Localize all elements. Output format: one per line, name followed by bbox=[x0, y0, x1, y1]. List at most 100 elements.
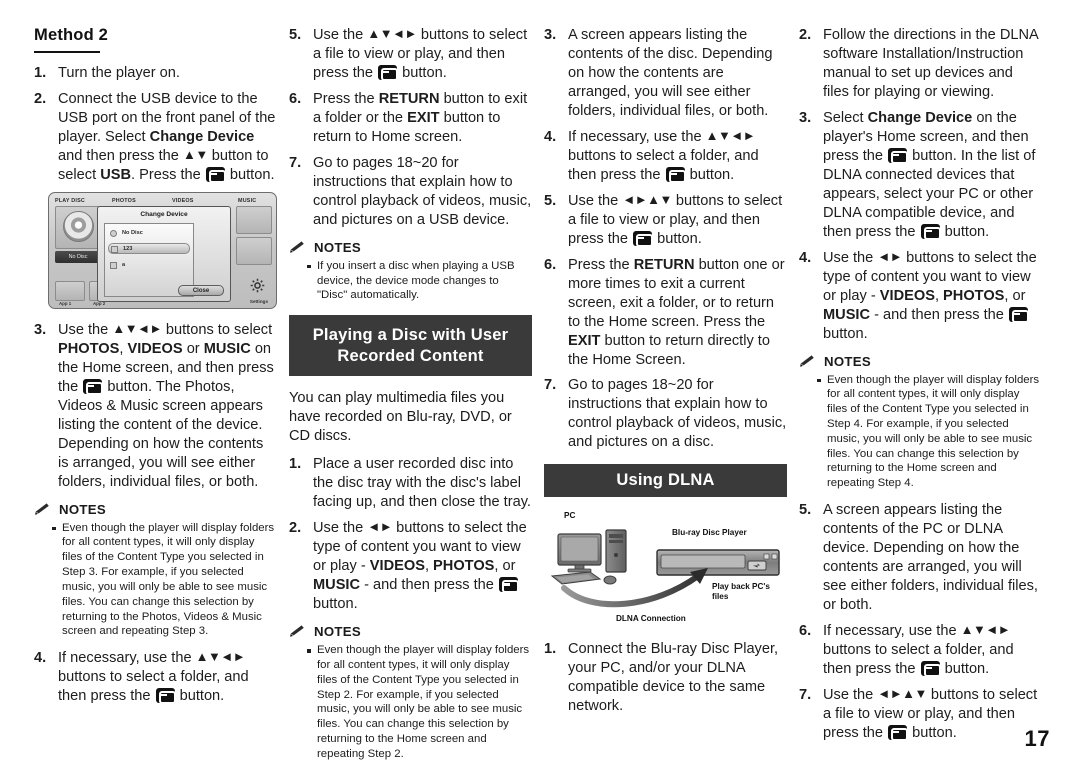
step-text: If necessary, use the ▲▼◄► buttons to se… bbox=[568, 127, 759, 183]
step-text: If necessary, use the ▲▼◄► buttons to se… bbox=[58, 649, 249, 705]
step-item: 2. Use the ◄► buttons to select the type … bbox=[289, 519, 532, 614]
change-device-dialog: Change Device No Disc 123 a Close bbox=[97, 205, 231, 302]
step-number: 4. bbox=[544, 128, 557, 145]
device-list-item-2[interactable]: a bbox=[108, 260, 190, 271]
step-text: A screen appears listing the contents of… bbox=[823, 502, 1038, 613]
enter-button-icon bbox=[888, 724, 909, 741]
notes-block-2: NOTES If you insert a disc when playing … bbox=[289, 240, 532, 303]
enter-button-icon bbox=[378, 64, 399, 81]
column-2: 5. Use the ▲▼◄► buttons to select a file … bbox=[289, 26, 544, 760]
notes-block-3: NOTES Even though the player will displa… bbox=[289, 624, 532, 762]
step-number: 1. bbox=[289, 456, 302, 473]
direction-arrows-icon: ▲▼◄► bbox=[195, 649, 246, 665]
column-1: Method 2 1. Turn the player on. 2. Connect … bbox=[34, 26, 289, 756]
step-item: 3. Select Change Device on the player's H… bbox=[799, 109, 1042, 242]
steps-list-3: 4. If necessary, use the ▲▼◄► buttons to … bbox=[34, 649, 277, 706]
step-number: 3. bbox=[799, 109, 812, 126]
figure-tile-app1 bbox=[55, 280, 85, 301]
figure-tile-music-2 bbox=[236, 236, 272, 265]
step-item: 7. Go to pages 18~20 for instructions tha… bbox=[289, 154, 532, 230]
diagram-label-player: Blu-ray Disc Player bbox=[672, 527, 747, 537]
step-item: 4. If necessary, use the ▲▼◄► buttons to … bbox=[34, 649, 277, 706]
column-4: 2. Follow the directions in the DLNA soft… bbox=[799, 26, 1054, 756]
step-item: 6. If necessary, use the ▲▼◄► buttons to … bbox=[799, 622, 1042, 679]
step-text: A screen appears listing the contents of… bbox=[568, 27, 773, 119]
note-item: Even though the player will display fold… bbox=[307, 643, 532, 762]
step-item: 5. Use the ◄►▲▼ buttons to select a file … bbox=[544, 192, 787, 249]
emphasis-text: MUSIC bbox=[313, 577, 361, 594]
step-number: 4. bbox=[799, 249, 812, 266]
step-number: 3. bbox=[544, 27, 557, 43]
step-number: 5. bbox=[544, 192, 557, 209]
step-number: 7. bbox=[544, 377, 557, 394]
direction-arrows-icon: ◄► bbox=[877, 248, 903, 264]
enter-button-icon bbox=[665, 166, 686, 183]
step-item: 5. A screen appears listing the contents … bbox=[799, 501, 1042, 615]
emphasis-text: USB bbox=[100, 166, 131, 183]
step-item: 6. Press the RETURN button to exit a fold… bbox=[289, 90, 532, 147]
enter-button-icon bbox=[633, 230, 654, 247]
step-text: Connect the USB device to the USB port o… bbox=[58, 90, 276, 183]
emphasis-text: Change Device bbox=[149, 128, 255, 145]
dialog-close-button[interactable]: Close bbox=[178, 284, 224, 296]
section-intro-text: You can play multimedia files you have r… bbox=[289, 390, 512, 445]
direction-arrows-icon: ▲▼◄► bbox=[112, 320, 162, 336]
notes-list: Even though the player will display fold… bbox=[289, 643, 532, 762]
device-list-item-label: No Disc bbox=[122, 229, 143, 236]
enter-button-icon bbox=[888, 147, 909, 164]
step-number: 6. bbox=[289, 90, 302, 107]
step-text: Use the ◄► buttons to select the type of… bbox=[823, 248, 1037, 342]
pencil-icon bbox=[290, 625, 304, 637]
enter-button-icon bbox=[498, 577, 519, 594]
note-item: Even though the player will display fold… bbox=[52, 521, 277, 640]
notes-header: NOTES bbox=[799, 354, 1042, 369]
emphasis-text: VIDEOS bbox=[879, 287, 935, 304]
figure-label-app1: App 1 bbox=[59, 300, 72, 306]
device-list-item-1[interactable]: 123 bbox=[108, 242, 190, 254]
device-list-item-label: 123 bbox=[123, 245, 133, 252]
usb-icon bbox=[111, 245, 118, 253]
step-text: Press the RETURN button one or more time… bbox=[568, 256, 785, 368]
step-item: 7. Go to pages 18~20 for instructions tha… bbox=[544, 376, 787, 452]
step-item: 1. Place a user recorded disc into the di… bbox=[289, 455, 532, 512]
step-text: Place a user recorded disc into the disc… bbox=[313, 456, 531, 511]
steps-list-2: 3. Use the ▲▼◄► buttons to select PHOTOS,… bbox=[34, 321, 277, 492]
notes-block-4: NOTES Even though the player will displa… bbox=[799, 354, 1042, 492]
step-item: 1. Turn the player on. bbox=[34, 64, 277, 83]
notes-list: Even though the player will display fold… bbox=[799, 373, 1042, 492]
page-number: 17 bbox=[1024, 726, 1050, 751]
steps-list-6: 3. A screen appears listing the contents … bbox=[544, 26, 787, 452]
step-item: 3. A screen appears listing the contents … bbox=[544, 26, 787, 121]
notes-header: NOTES bbox=[289, 624, 532, 639]
emphasis-text: PHOTOS bbox=[433, 558, 495, 575]
direction-arrows-icon: ◄► bbox=[367, 519, 393, 535]
change-device-screenshot: PLAY DISC PHOTOS VIDEOS MUSIC No Disc Ap… bbox=[48, 191, 277, 309]
step-item: 4. Use the ◄► buttons to select the type … bbox=[799, 249, 1042, 344]
emphasis-text: EXIT bbox=[407, 109, 440, 126]
section-banner-playing-disc: Playing a Disc with User Recorded Conten… bbox=[289, 315, 532, 377]
steps-list-7: 1. Connect the Blu-ray Disc Player, your … bbox=[544, 640, 787, 716]
emphasis-text: RETURN bbox=[378, 90, 440, 107]
folder-icon bbox=[110, 261, 117, 269]
diagram-label-connection: DLNA Connection bbox=[616, 613, 686, 623]
emphasis-text: EXIT bbox=[568, 332, 601, 349]
figure-label-photos: PHOTOS bbox=[112, 197, 136, 204]
step-text: Follow the directions in the DLNA softwa… bbox=[823, 27, 1038, 100]
step-number: 1. bbox=[34, 65, 47, 81]
direction-arrows-icon: ◄►▲▼ bbox=[622, 191, 672, 207]
step-text: Go to pages 18~20 for instructions that … bbox=[568, 377, 787, 451]
notes-list: If you insert a disc when playing a USB … bbox=[289, 259, 532, 303]
step-number: 5. bbox=[799, 502, 812, 519]
steps-list-9: 5. A screen appears listing the contents … bbox=[799, 501, 1042, 743]
emphasis-text: PHOTOS bbox=[58, 340, 120, 357]
device-list-item-0[interactable]: No Disc bbox=[108, 228, 190, 239]
figure-label-videos: VIDEOS bbox=[172, 197, 194, 204]
steps-list-1: 1. Turn the player on. 2. Connect the USB d… bbox=[34, 64, 277, 185]
gear-icon bbox=[250, 278, 265, 293]
emphasis-text: MUSIC bbox=[823, 306, 871, 323]
manual-page: Method 2 1. Turn the player on. 2. Connect … bbox=[0, 0, 1080, 766]
figure-label-play-disc: PLAY DISC bbox=[55, 197, 85, 204]
step-text: Use the ▲▼◄► buttons to select PHOTOS, V… bbox=[58, 320, 274, 490]
step-number: 6. bbox=[544, 256, 557, 273]
step-text: Connect the Blu-ray Disc Player, your PC… bbox=[568, 640, 779, 714]
